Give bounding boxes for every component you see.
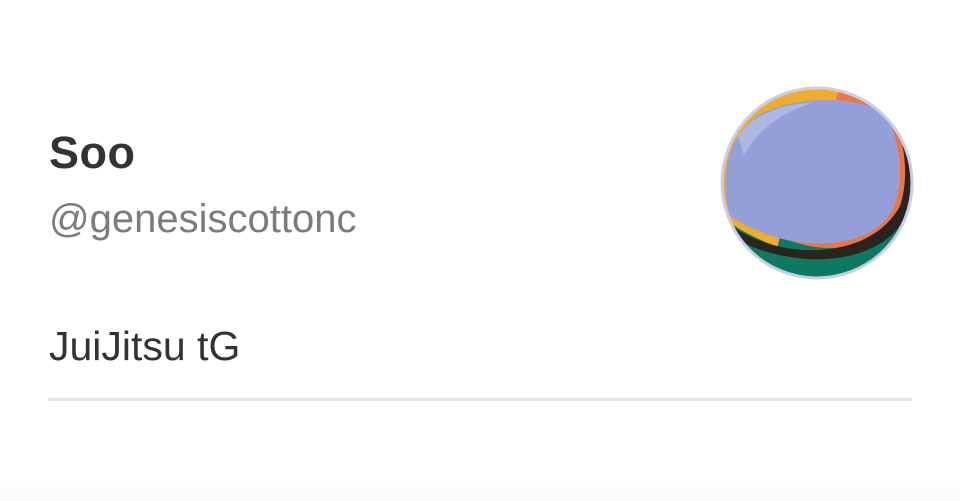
profile-bio: JuiJitsu tG	[49, 323, 241, 369]
username-handle[interactable]: @genesiscottonc	[49, 194, 356, 244]
bottom-edge	[0, 480, 960, 501]
profile-card: Soo @genesiscottonc JuiJitsu tG	[0, 0, 960, 501]
section-divider	[48, 398, 912, 401]
avatar[interactable]	[720, 86, 914, 280]
display-name: Soo	[49, 127, 136, 178]
abstract-sphere-avatar-icon	[720, 86, 914, 280]
